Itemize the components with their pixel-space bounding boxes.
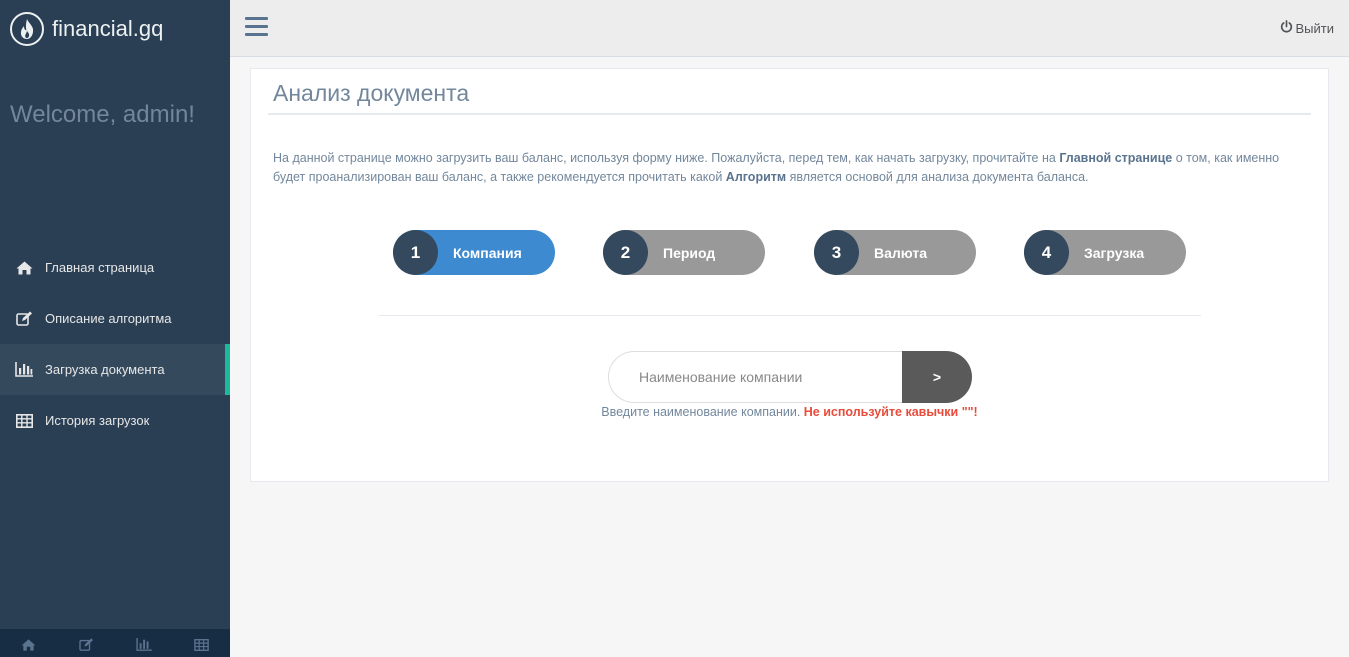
sidebar-menu: Главная страница Описание алгоритма Загр…	[0, 242, 230, 446]
company-name-input[interactable]	[608, 351, 908, 403]
edit-icon	[15, 311, 33, 327]
footer-table-button[interactable]	[173, 629, 231, 657]
title-divider	[268, 113, 1311, 115]
footer-edit-button[interactable]	[58, 629, 116, 657]
step-number: 4	[1024, 230, 1069, 275]
intro-part: На данной странице можно загрузить ваш б…	[273, 151, 1060, 165]
power-icon	[1280, 20, 1296, 36]
page-title: Анализ документа	[273, 80, 470, 106]
sidebar: financial.gq Welcome, admin! Главная стр…	[0, 0, 230, 657]
step-currency[interactable]: 3 Валюта	[814, 230, 976, 275]
menu-toggle-icon[interactable]	[245, 17, 268, 38]
step-number: 2	[603, 230, 648, 275]
step-label: Компания	[453, 244, 522, 261]
bar-chart-icon	[136, 638, 152, 656]
sidebar-item-history[interactable]: История загрузок	[0, 395, 230, 446]
footer-home-button[interactable]	[0, 629, 58, 657]
home-icon	[15, 260, 33, 276]
footer-chart-button[interactable]	[115, 629, 173, 657]
step-number: 1	[393, 230, 438, 275]
hint-text: Введите наименование компании.	[601, 405, 804, 419]
table-icon	[15, 413, 33, 429]
sidebar-item-upload[interactable]: Загрузка документа	[0, 344, 230, 395]
company-form: >	[608, 351, 972, 403]
step-company[interactable]: 1 Компания	[393, 230, 555, 275]
step-number: 3	[814, 230, 859, 275]
step-label: Период	[663, 244, 716, 261]
logout-label: Выйти	[1295, 20, 1335, 36]
bar-chart-icon	[15, 362, 33, 378]
sidebar-item-algorithm[interactable]: Описание алгоритма	[0, 293, 230, 344]
sidebar-item-label: Главная страница	[45, 260, 155, 275]
step-label: Загрузка	[1084, 244, 1145, 261]
sidebar-item-label: Загрузка документа	[45, 362, 165, 377]
upload-panel: Анализ документа На данной странице можн…	[250, 68, 1329, 482]
welcome-text: Welcome, admin!	[10, 101, 195, 128]
home-icon	[21, 638, 36, 656]
logout-button[interactable]: Выйти	[1280, 20, 1335, 36]
hint-warning: Не используйте кавычки ""!	[803, 405, 978, 419]
step-period[interactable]: 2 Период	[603, 230, 765, 275]
input-hint: Введите наименование компании. Не исполь…	[251, 405, 1328, 419]
next-button[interactable]: >	[902, 351, 972, 403]
algorithm-link[interactable]: Алгоритм	[726, 170, 786, 184]
fire-icon	[10, 11, 44, 46]
intro-part: является основой для анализа документа б…	[786, 170, 1089, 184]
brand-name: financial.gq	[52, 15, 164, 41]
sidebar-footer	[0, 629, 230, 657]
intro-text: На данной странице можно загрузить ваш б…	[273, 149, 1293, 187]
brand[interactable]: financial.gq	[0, 0, 230, 57]
steps-divider	[379, 315, 1201, 316]
home-page-link[interactable]: Главной странице	[1059, 151, 1172, 165]
step-label: Валюта	[874, 244, 928, 261]
wizard-steps: 1 Компания 2 Период 3 Валюта 4 Загрузка	[393, 230, 1193, 276]
sidebar-item-home[interactable]: Главная страница	[0, 242, 230, 293]
sidebar-item-label: Описание алгоритма	[45, 311, 172, 326]
top-nav: Выйти	[230, 0, 1349, 57]
step-upload[interactable]: 4 Загрузка	[1024, 230, 1186, 275]
sidebar-item-label: История загрузок	[45, 413, 150, 428]
edit-icon	[79, 638, 94, 656]
table-icon	[193, 638, 209, 656]
